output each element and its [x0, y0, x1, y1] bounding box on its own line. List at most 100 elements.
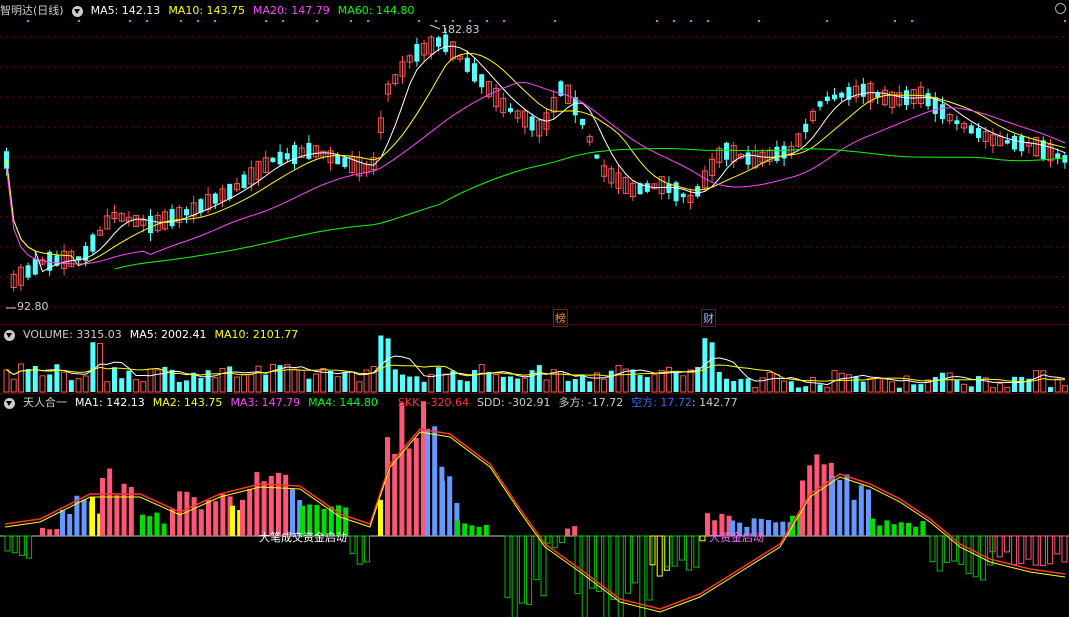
candle-down [680, 193, 686, 198]
skk-line [4, 428, 1066, 610]
volume-bar-down [414, 376, 420, 392]
indicator-bar [140, 514, 145, 536]
candle-down [284, 153, 290, 160]
candle-down [277, 151, 283, 165]
indicator-bar [920, 521, 926, 536]
signal-dot [673, 20, 675, 22]
volume-bar-down [1048, 387, 1053, 392]
candle-down [925, 93, 931, 107]
indicator-bar [220, 494, 226, 536]
candle-down [1004, 140, 1010, 144]
signal-dot [1064, 20, 1066, 22]
candle-down [976, 128, 981, 138]
ma10-readout: MA10: 143.75 [168, 4, 246, 17]
price-panel[interactable]: 智明达(日线) MA5: 142.13 MA10: 143.75 MA20: 1… [0, 0, 1069, 327]
indicator-bar [699, 535, 706, 542]
settings-icon[interactable] [1055, 3, 1066, 14]
volume-bar-down [500, 376, 506, 392]
indicator-bar [671, 535, 678, 567]
volume-bar-up [961, 383, 968, 393]
indicator-bar [693, 535, 700, 568]
volume-bar-up [255, 365, 262, 393]
signal-dot [214, 20, 216, 22]
sdd-readout: SDD: -302.91 [476, 396, 551, 409]
signal-dot [656, 20, 658, 22]
indicator-bar [447, 476, 453, 536]
candle-down [292, 145, 297, 164]
indicator-bar [1025, 535, 1032, 560]
indicator-bar [1018, 535, 1025, 565]
dropdown-icon[interactable] [71, 5, 83, 17]
indicator-bar [18, 535, 25, 556]
dropdown-icon[interactable] [4, 397, 15, 409]
candle-down [940, 104, 945, 120]
volume-bar-down [976, 376, 981, 392]
indicator-bar [610, 535, 617, 600]
volume-bar-down [932, 376, 938, 392]
volume-bar-up [356, 381, 363, 393]
volume-bar-down [68, 380, 74, 392]
volume-bar-down [817, 384, 823, 392]
volume-bar-down [860, 381, 866, 392]
indicator-bar [47, 529, 53, 536]
candle-down [90, 234, 96, 252]
candle-down [781, 145, 787, 159]
volume-bar-up [241, 374, 248, 393]
volume-bar-down [457, 379, 463, 392]
volume-bar-up [809, 377, 816, 393]
indicator-bar [965, 535, 972, 575]
candle-down [472, 63, 477, 82]
volume-bar-up [3, 369, 10, 393]
volume-bar-down [472, 370, 477, 392]
volume-bar-up [946, 372, 953, 393]
indicator-bar [90, 497, 95, 536]
indicator-bar [54, 528, 60, 536]
indicator-bar [191, 497, 197, 536]
volume-bar-up [838, 372, 845, 393]
signal-dot [350, 20, 352, 22]
candlestick-chart[interactable] [0, 0, 1069, 324]
candle-down [529, 116, 535, 131]
candle-down [335, 154, 341, 165]
volume-panel[interactable]: VOLUME: 3315.03 MA5: 2002.41 MA10: 2101.… [0, 324, 1069, 393]
volume-bar-up [478, 364, 485, 393]
candle-down [832, 94, 837, 100]
volume-bar-up [284, 364, 291, 393]
volume-bar-down [673, 372, 679, 392]
indicator-bar [462, 523, 468, 536]
signal-dot [316, 20, 318, 22]
indicator-bar [533, 535, 540, 580]
indicator-bar [1003, 535, 1010, 553]
indicator-bar [114, 495, 120, 536]
volume-bar-up [766, 372, 773, 393]
volume-bar-up [212, 377, 219, 393]
volume-bar-down [421, 381, 427, 392]
candle-down [594, 154, 600, 159]
signal-dot [435, 20, 437, 22]
indicator-panel[interactable]: 天人合一 MA1: 142.13 MA2: 143.75 MA3: 147.79… [0, 393, 1069, 617]
indicator-bar [1011, 535, 1018, 565]
indicator-bar [780, 521, 786, 536]
volume-bar-up [349, 371, 356, 393]
signal-dot [707, 20, 709, 22]
candle-down [803, 123, 809, 133]
volume-bar-down [54, 364, 60, 392]
indicator-bar [1047, 535, 1054, 565]
indicator-chart[interactable] [0, 394, 1069, 617]
indicator-bar [399, 402, 405, 536]
skk-readout: SKK: -320.64 [397, 396, 469, 409]
indicator-bar [686, 535, 693, 571]
candle-down [580, 118, 585, 126]
volume-bar-up [219, 367, 226, 393]
volume-bar-up [17, 363, 24, 393]
dropdown-icon[interactable] [4, 329, 15, 341]
volume-bar-up [543, 379, 550, 393]
signal-dot [894, 20, 896, 22]
volume-bar-down [436, 367, 441, 392]
candle-down [169, 209, 175, 227]
indicator-bar [906, 522, 911, 536]
volume-bar-down [853, 376, 859, 392]
volume-bar-up [104, 381, 111, 393]
indicator-title: 天人合一 [23, 396, 67, 409]
indicator-bar [943, 535, 950, 563]
